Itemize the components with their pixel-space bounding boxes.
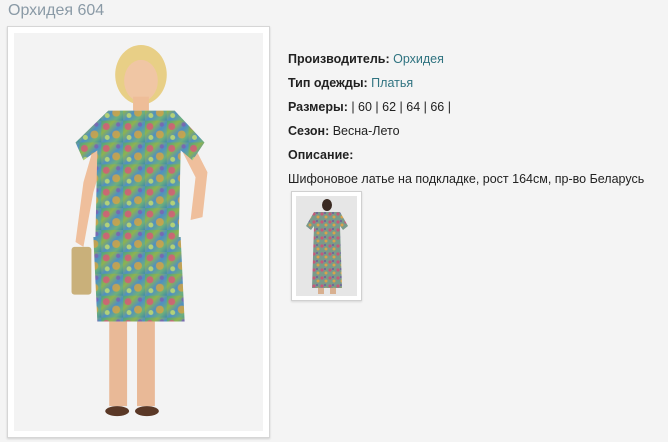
manufacturer-label: Производитель: [288, 52, 394, 66]
thumbnail-photo [296, 196, 357, 296]
season-row: Сезон: Весна-Лето [288, 119, 663, 143]
product-photo [14, 33, 263, 431]
main-product-image[interactable] [7, 26, 270, 438]
season-label: Сезон: [288, 124, 333, 138]
manufacturer-row: Производитель: Орхидея [288, 47, 663, 71]
dress-thumbnail-illustration [296, 196, 357, 296]
season-value: Весна-Лето [332, 124, 400, 138]
description-label-row: Описание: [288, 143, 663, 167]
model-in-dress-illustration [14, 33, 263, 431]
description-label: Описание: [288, 148, 354, 162]
page-title: Орхидея 604 [8, 2, 105, 19]
thumbnail-image[interactable] [291, 191, 362, 301]
clothing-type-link[interactable]: Платья [371, 76, 413, 90]
manufacturer-link[interactable]: Орхидея [393, 52, 444, 66]
sizes-label: Размеры: [288, 100, 352, 114]
product-details: Производитель: Орхидея Тип одежды: Плать… [288, 47, 663, 191]
clothing-type-row: Тип одежды: Платья [288, 71, 663, 95]
clothing-type-label: Тип одежды: [288, 76, 372, 90]
description-text: Шифоновое латье на подкладке, рост 164см… [288, 172, 645, 186]
sizes-row: Размеры: | 60 | 62 | 64 | 66 | [288, 95, 663, 119]
sizes-value: | 60 | 62 | 64 | 66 | [351, 100, 451, 114]
